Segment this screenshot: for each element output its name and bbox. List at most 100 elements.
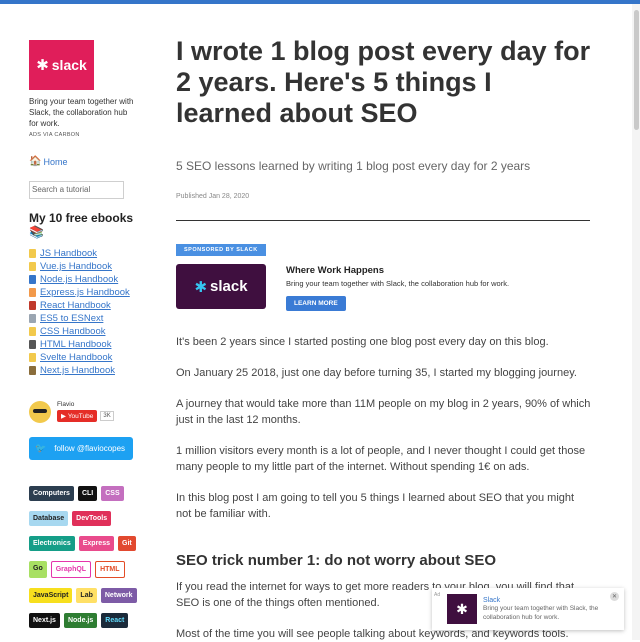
ebook-label: React Handbook xyxy=(40,300,111,311)
ebook-link[interactable]: Svelte Handbook xyxy=(29,351,149,364)
learn-more-button[interactable]: LEARN MORE xyxy=(286,296,346,311)
ebook-label: Next.js Handbook xyxy=(40,365,115,376)
book-icon xyxy=(29,353,36,362)
book-icon xyxy=(29,314,36,323)
ebook-link[interactable]: ES5 to ESNext xyxy=(29,312,149,325)
published-date: Published Jan 28, 2020 xyxy=(176,193,250,200)
tag-link[interactable]: Network xyxy=(100,588,137,603)
home-link[interactable]: 🏠 Home xyxy=(29,156,149,167)
tag-link[interactable]: CLI xyxy=(77,486,98,501)
book-icon xyxy=(29,340,36,349)
tag-link[interactable]: JavaScript xyxy=(29,588,73,603)
ebook-label: ES5 to ESNext xyxy=(40,313,104,324)
article: I wrote 1 blog post every day for 2 year… xyxy=(176,36,592,642)
tag-link[interactable]: Go xyxy=(29,561,47,578)
tag-link[interactable]: Next.js xyxy=(29,613,60,628)
sidebar: ✱ slack Bring your team together with Sl… xyxy=(29,40,149,638)
scrollbar-track[interactable] xyxy=(632,4,640,640)
twitter-follow-button[interactable]: 🐦 follow @flaviocopes xyxy=(29,437,133,460)
tag-link[interactable]: Express xyxy=(78,536,114,551)
carbon-ad-logo-text: slack xyxy=(51,57,87,73)
ebook-label: CSS Handbook xyxy=(40,326,106,337)
carbon-ad-text[interactable]: Bring your team together with Slack, the… xyxy=(29,96,134,129)
close-icon[interactable]: ✕ xyxy=(610,592,619,601)
search-input[interactable]: Search a tutorial xyxy=(29,181,124,199)
tag-link[interactable]: React xyxy=(101,613,129,628)
tag-link[interactable]: GraphQL xyxy=(50,561,92,578)
tag-link[interactable]: Electronics xyxy=(29,536,75,551)
book-icon xyxy=(29,327,36,336)
ebook-label: Express.js Handbook xyxy=(40,287,130,298)
popup-ad-label: Ad xyxy=(434,592,441,598)
paragraph: A journey that would take more than 11M … xyxy=(176,398,591,426)
ebooks-title: My 10 free ebooks 📚 xyxy=(29,211,134,239)
page-title: I wrote 1 blog post every day for 2 year… xyxy=(176,36,591,128)
paragraph: On January 25 2018, just one day before … xyxy=(176,367,577,379)
tag-link[interactable]: DevTools xyxy=(72,511,112,526)
avatar[interactable] xyxy=(29,401,51,423)
home-link-label: Home xyxy=(43,156,68,167)
youtube-count: 3K xyxy=(100,411,114,421)
tag-link[interactable]: Database xyxy=(29,511,69,526)
top-accent-bar xyxy=(0,0,640,4)
ebook-link[interactable]: CSS Handbook xyxy=(29,325,149,338)
twitter-follow-label: follow @flaviocopes xyxy=(54,444,126,453)
carbon-ad[interactable]: ✱ slack Bring your team together with Sl… xyxy=(29,40,149,138)
sponsor-logo-text: slack xyxy=(210,278,248,295)
tag-link[interactable]: HTML xyxy=(95,561,125,578)
page-subtitle: 5 SEO lessons learned by writing 1 blog … xyxy=(176,159,531,173)
ebook-label: Node.js Handbook xyxy=(40,274,119,285)
ebook-label: HTML Handbook xyxy=(40,339,112,350)
scrollbar-thumb[interactable] xyxy=(634,10,639,130)
ebook-label: Vue.js Handbook xyxy=(40,261,113,272)
ebook-label: Svelte Handbook xyxy=(40,352,113,363)
slack-logo-icon: ✱ xyxy=(36,57,49,74)
sponsor-image[interactable]: ✱ slack xyxy=(176,264,266,309)
ebook-link[interactable]: JS Handbook xyxy=(29,247,149,260)
popup-slack-icon[interactable]: ✱ xyxy=(447,594,477,624)
ebook-link[interactable]: HTML Handbook xyxy=(29,338,149,351)
ebook-link[interactable]: Vue.js Handbook xyxy=(29,260,149,273)
book-icon xyxy=(29,262,36,271)
tag-cloud: Computers CLI CSS Database DevTools Electroni… xyxy=(29,486,139,628)
sponsor-heading[interactable]: Where Work Happens xyxy=(286,265,509,276)
tag-link[interactable]: CSS xyxy=(101,486,124,501)
ebook-link[interactable]: Node.js Handbook xyxy=(29,273,149,286)
sponsor-box[interactable]: ✱ slack Where Work Happens Bring your te… xyxy=(176,264,592,311)
home-icon: 🏠 xyxy=(29,156,42,167)
book-icon xyxy=(29,249,36,258)
book-icon xyxy=(29,288,36,297)
sponsor-label[interactable]: SPONSORED BY SLACK xyxy=(176,244,266,256)
youtube-subscribe[interactable]: ▶ YouTube 3K xyxy=(57,410,114,422)
youtube-button[interactable]: ▶ YouTube xyxy=(57,410,98,422)
ebook-link[interactable]: Next.js Handbook xyxy=(29,364,149,377)
ebook-link[interactable]: Express.js Handbook xyxy=(29,286,149,299)
popup-title[interactable]: Slack xyxy=(483,597,608,604)
tag-link[interactable]: Node.js xyxy=(63,613,98,628)
ebook-list: JS Handbook Vue.js Handbook Node.js Handbo… xyxy=(29,247,149,377)
youtube-play-icon: ▶ xyxy=(61,413,68,420)
author-name: Flavio xyxy=(57,401,75,408)
paragraph: It's been 2 years since I started postin… xyxy=(176,336,549,348)
sponsor-description[interactable]: Bring your team together with Slack, the… xyxy=(286,279,509,288)
tag-link[interactable]: Git xyxy=(118,536,136,551)
tag-link[interactable]: Computers xyxy=(29,486,74,501)
carbon-ad-image[interactable]: ✱ slack xyxy=(29,40,94,90)
floating-ad-popup[interactable]: Ad ✱ Slack Bring your team together with… xyxy=(432,588,624,630)
book-icon xyxy=(29,275,36,284)
ebook-label: JS Handbook xyxy=(40,248,98,259)
tag-link[interactable]: Lab xyxy=(76,588,97,603)
section-heading: SEO trick number 1: do not worry about S… xyxy=(176,552,497,569)
slack-logo-icon: ✱ xyxy=(194,278,208,296)
youtube-label: YouTube xyxy=(67,412,94,420)
carbon-ad-via[interactable]: ADS VIA CARBON xyxy=(29,132,149,138)
book-icon xyxy=(29,301,36,310)
ebook-link[interactable]: React Handbook xyxy=(29,299,149,312)
twitter-bird-icon: 🐦 xyxy=(35,443,47,453)
divider xyxy=(176,220,590,221)
author-box: Flavio ▶ YouTube 3K xyxy=(29,401,149,423)
paragraph: In this blog post I am going to tell you… xyxy=(176,492,575,520)
book-icon xyxy=(29,366,36,375)
paragraph: 1 million visitors every month is a lot … xyxy=(176,445,586,473)
popup-description[interactable]: Bring your team together with Slack, the… xyxy=(483,604,608,622)
